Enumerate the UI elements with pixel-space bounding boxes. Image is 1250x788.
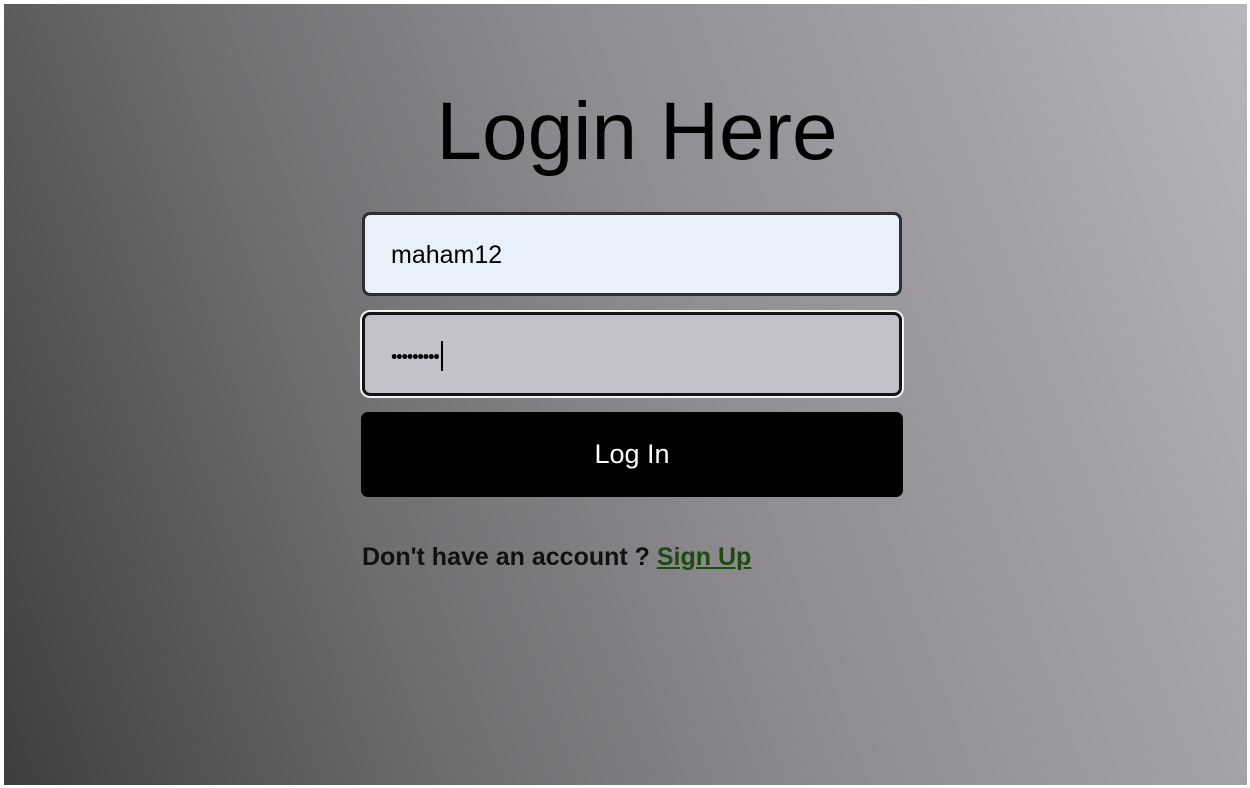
signup-link[interactable]: Sign Up (657, 543, 751, 571)
page-title: Login Here (436, 86, 838, 177)
signup-prompt-text: Don't have an account ? (362, 543, 657, 571)
signup-prompt: Don't have an account ? Sign Up (362, 539, 922, 575)
password-masked-value: ••••••••• (391, 346, 440, 367)
password-input[interactable]: ••••••••• (362, 312, 902, 396)
username-value: maham12 (391, 241, 503, 269)
login-page: Login Here maham12 ••••••••• Log In Don'… (4, 4, 1247, 785)
username-input[interactable]: maham12 (362, 212, 902, 296)
login-button[interactable]: Log In (361, 412, 903, 497)
text-caret (440, 341, 443, 372)
